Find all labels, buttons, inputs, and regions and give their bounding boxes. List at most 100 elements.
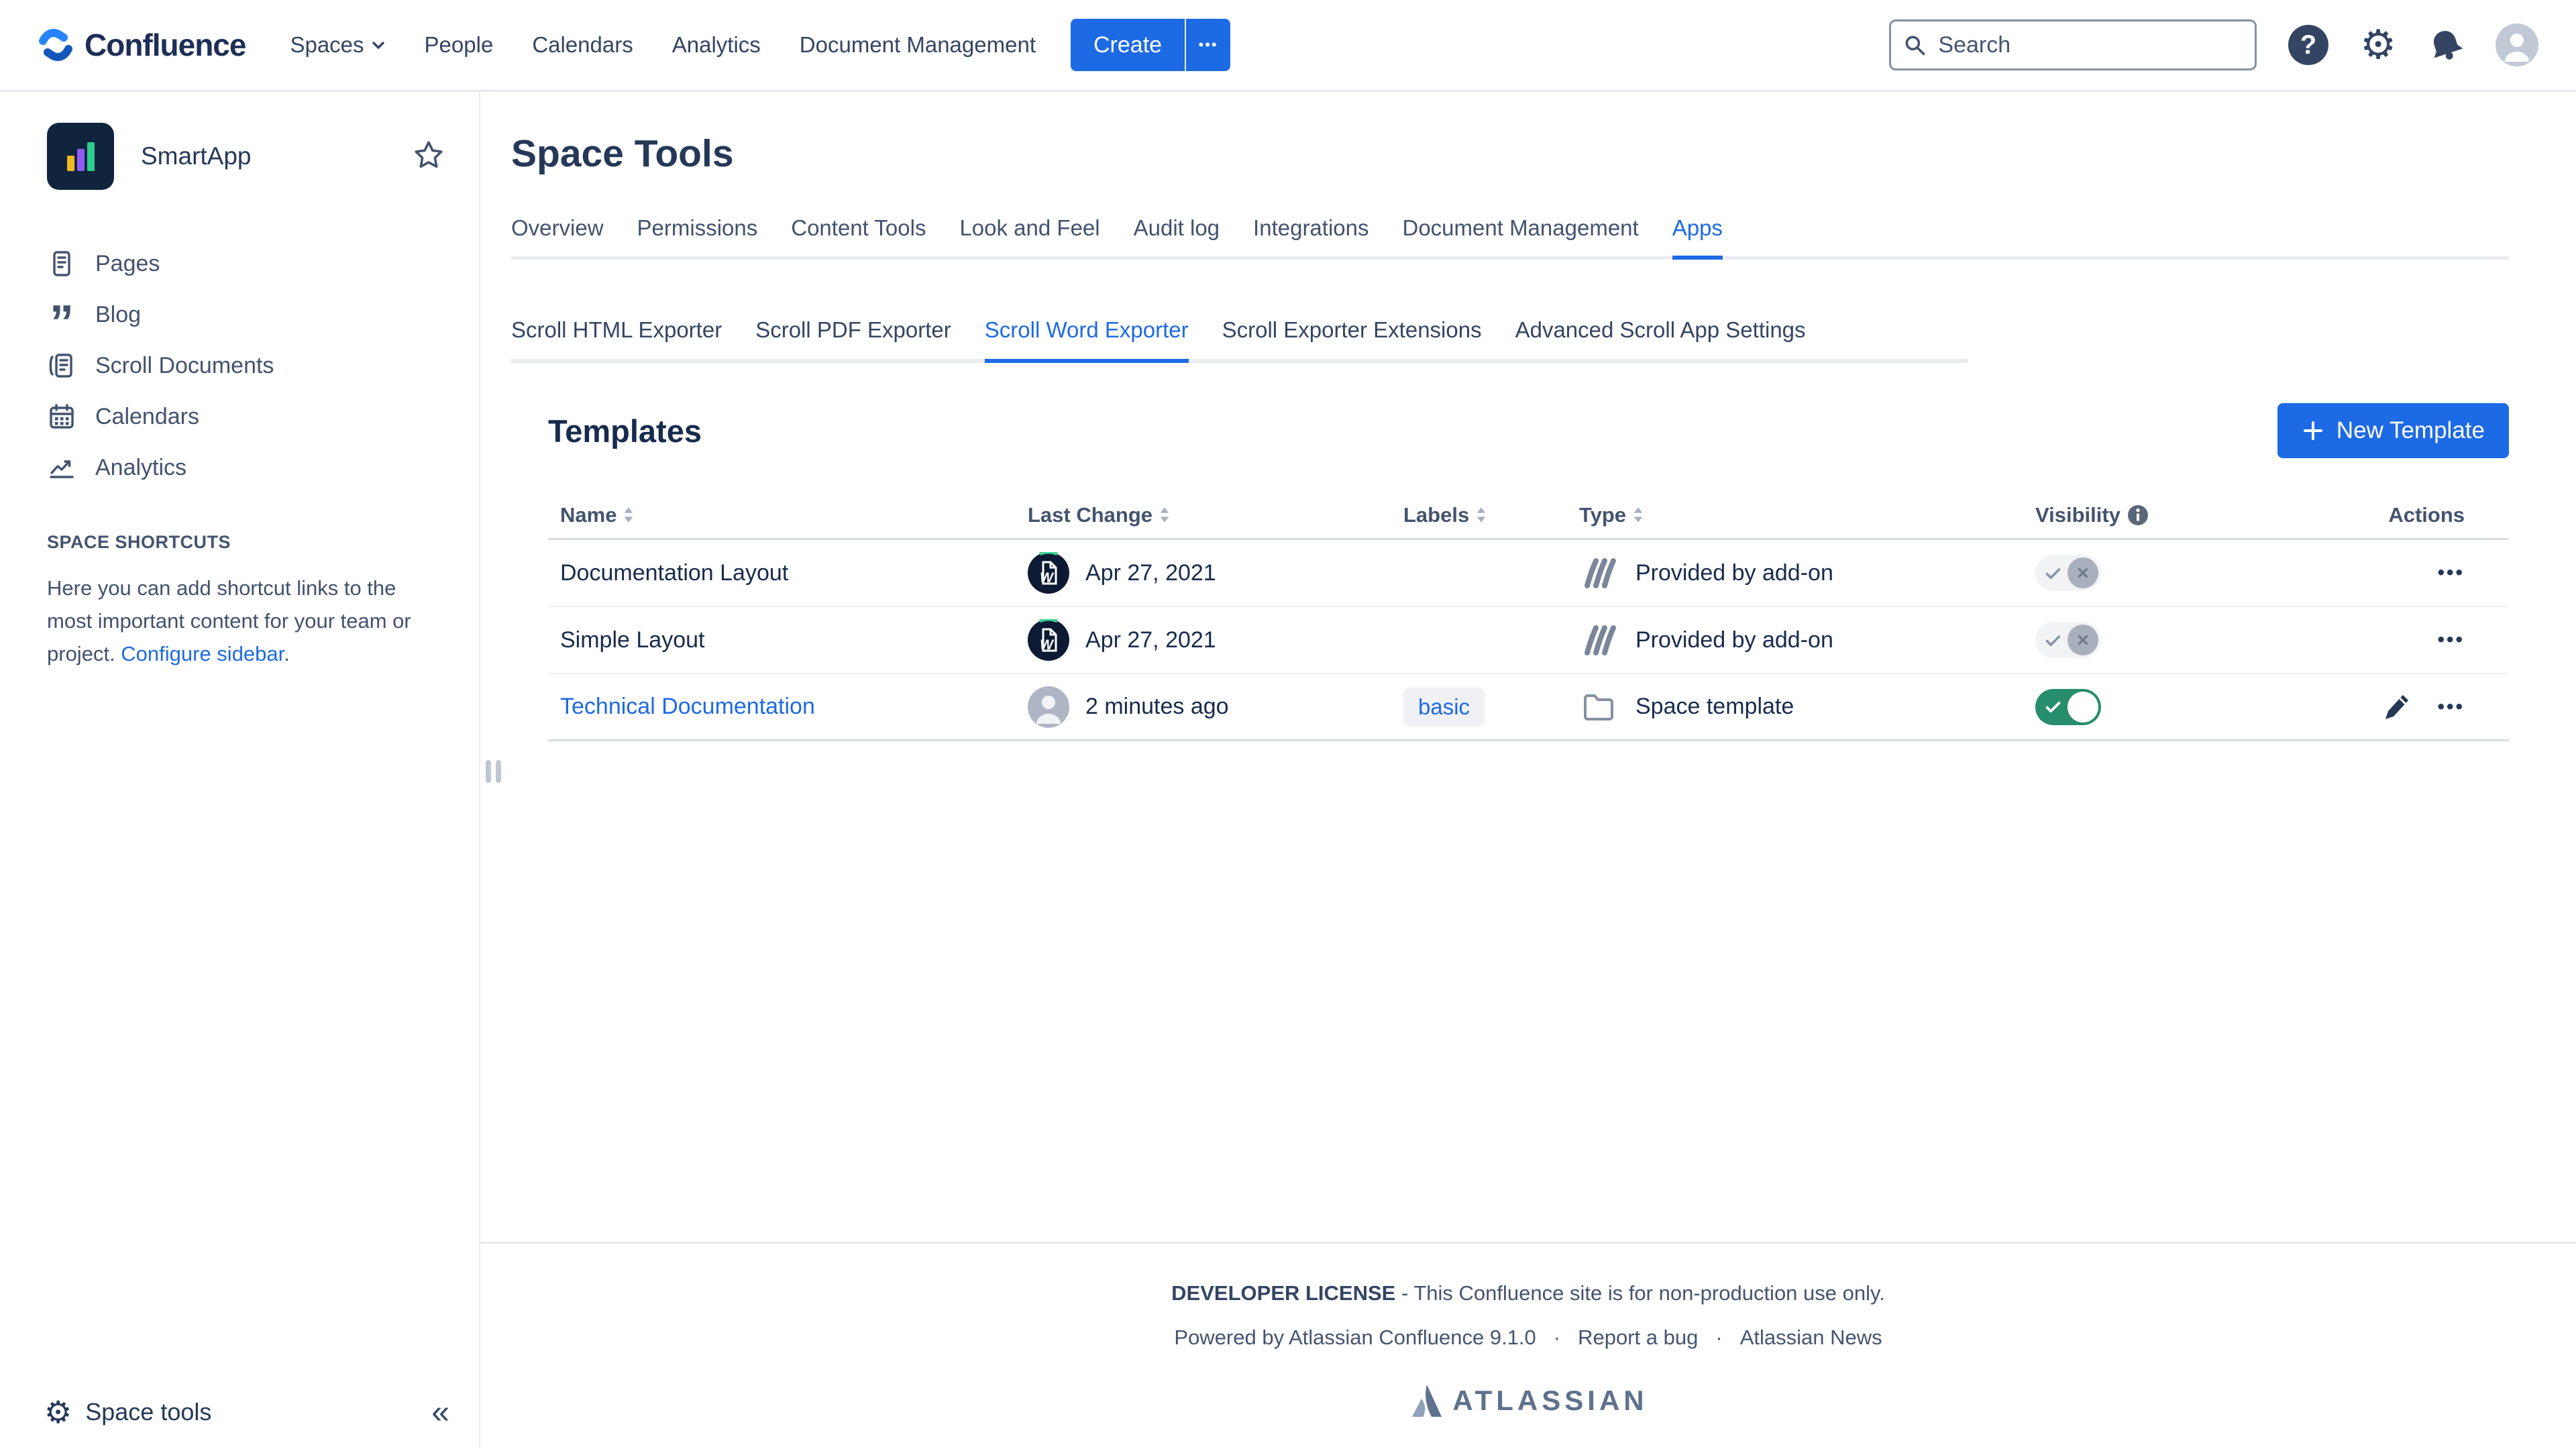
new-template-button[interactable]: New Template [2277,403,2509,458]
column-header-labels[interactable]: Labels [1403,503,1579,527]
template-name-link[interactable]: Technical Documentation [560,694,815,720]
tab-look-and-feel[interactable]: Look and Feel [959,215,1099,260]
configure-sidebar-link[interactable]: Configure sidebar [121,642,284,665]
column-header-name[interactable]: Name [548,503,1028,527]
footer-links: Powered by Atlassian Confluence 9.1.0 · … [480,1326,2576,1350]
search-input[interactable] [1937,32,2243,59]
atlassian-logo[interactable]: ATLASSIAN [480,1382,2576,1419]
atlassian-news-link[interactable]: Atlassian News [1740,1326,1882,1350]
subtab-scroll-exporter-extensions[interactable]: Scroll Exporter Extensions [1222,317,1482,363]
atlassian-mark-icon [1408,1382,1446,1419]
confluence-logo[interactable]: Confluence [38,27,246,63]
license-notice: DEVELOPER LICENSE - This Confluence site… [480,1281,2576,1305]
column-header-type[interactable]: Type [1579,503,2035,527]
sidebar-item-analytics[interactable]: Analytics [47,442,444,493]
column-header-visibility: Visibility [2035,503,2300,527]
tab-audit-log[interactable]: Audit log [1134,215,1220,260]
search-box[interactable] [1889,19,2257,70]
sidebar-resize-handle[interactable] [486,760,501,783]
folder-icon [1581,690,1616,724]
check-icon [2044,564,2062,582]
x-icon [2076,633,2090,647]
tab-apps[interactable]: Apps [1672,215,1723,260]
visibility-toggle[interactable] [2035,689,2101,725]
nav-people[interactable]: People [425,32,494,58]
powered-by-link[interactable]: Powered by Atlassian Confluence 9.1.0 [1174,1326,1536,1350]
table-row: Documentation Layout W Apr 27, 2021 Prov… [548,540,2509,607]
nav-calendars[interactable]: Calendars [532,32,633,58]
analytics-icon [48,453,76,482]
help-button[interactable]: ? [2288,24,2329,66]
space-sidebar: SmartApp Pages ” Blog Scroll Documents [0,92,480,1449]
main-content: Space Tools Overview Permissions Content… [480,92,2576,1449]
templates-table: Name Last Change Labels Type [548,492,2509,741]
space-tools-button[interactable]: Space tools [85,1398,211,1426]
page-footer: DEVELOPER LICENSE - This Confluence site… [480,1242,2576,1449]
tab-content-tools[interactable]: Content Tools [791,215,926,260]
info-icon[interactable] [2127,504,2149,526]
notifications-button[interactable] [2427,26,2465,64]
more-actions-button[interactable]: ••• [2437,696,2465,718]
atlassian-wordmark: ATLASSIAN [1452,1385,1648,1417]
app-body: SmartApp Pages ” Blog Scroll Documents [0,92,2576,1449]
tab-integrations[interactable]: Integrations [1253,215,1368,260]
settings-gear-icon[interactable]: ⚙ [2360,25,2396,65]
nav-document-management[interactable]: Document Management [800,32,1036,58]
bell-icon [2427,26,2465,64]
templates-heading: Templates [548,413,702,449]
chevron-down-icon [371,38,386,52]
favorite-star-button[interactable] [413,140,444,174]
collapse-sidebar-button[interactable]: « [431,1394,449,1431]
create-more-button[interactable]: ••• [1185,19,1230,71]
topnav-right-cluster: ? ⚙ [1889,19,2538,70]
sort-icon [1159,506,1170,524]
table-header-row: Name Last Change Labels Type [548,492,2509,540]
separator: · [1715,1326,1722,1350]
nav-analytics[interactable]: Analytics [672,32,761,58]
type-value: Provided by add-on [1635,560,1833,586]
create-button-group: Create ••• [1071,19,1230,71]
subtab-scroll-html-exporter[interactable]: Scroll HTML Exporter [511,317,722,363]
sidebar-item-pages[interactable]: Pages [47,238,444,289]
sidebar-item-blog[interactable]: ” Blog [47,289,444,340]
help-icon: ? [2288,24,2329,66]
create-button[interactable]: Create [1071,19,1185,71]
space-logo[interactable] [47,123,114,190]
label-badge[interactable]: basic [1403,688,1485,727]
scroll-documents-icon [48,352,76,380]
space-shortcuts-text: Here you can add shortcut links to the m… [47,572,445,670]
column-header-last-change[interactable]: Last Change [1028,503,1403,527]
svg-text:?: ? [2300,30,2316,60]
nav-spaces[interactable]: Spaces [290,32,385,58]
more-actions-button[interactable]: ••• [2437,629,2465,651]
confluence-mark-icon [38,27,74,63]
sort-icon [623,506,634,524]
tab-overview[interactable]: Overview [511,215,604,260]
x-icon [2076,566,2090,580]
last-change-value: Apr 27, 2021 [1085,560,1216,586]
check-icon [2044,631,2062,649]
type-value: Provided by add-on [1635,627,1833,653]
sidebar-item-calendars[interactable]: Calendars [47,391,444,442]
tab-permissions[interactable]: Permissions [637,215,758,260]
addon-scroll-icon [1580,555,1617,591]
tab-document-management[interactable]: Document Management [1403,215,1639,260]
edit-template-button[interactable] [2382,693,2410,721]
subtab-advanced-scroll-app-settings[interactable]: Advanced Scroll App Settings [1515,317,1806,363]
page-title: Space Tools [511,129,2509,178]
sidebar-item-scroll-documents[interactable]: Scroll Documents [47,340,444,391]
type-value: Space template [1635,694,1794,720]
template-name: Simple Layout [548,627,1028,653]
last-change-value: Apr 27, 2021 [1085,627,1216,653]
pages-icon [48,250,76,278]
more-actions-button[interactable]: ••• [2437,561,2465,584]
subtab-scroll-pdf-exporter[interactable]: Scroll PDF Exporter [755,317,951,363]
plus-icon [2302,419,2324,442]
search-icon [1903,32,1926,58]
column-header-actions: Actions [2300,503,2509,527]
apps-subtabs: Scroll HTML Exporter Scroll PDF Exporter… [511,317,1968,363]
report-a-bug-link[interactable]: Report a bug [1578,1326,1698,1350]
user-avatar[interactable] [2496,23,2538,66]
templates-panel: Templates New Template Name Last Change [548,403,2509,741]
subtab-scroll-word-exporter[interactable]: Scroll Word Exporter [985,317,1189,363]
